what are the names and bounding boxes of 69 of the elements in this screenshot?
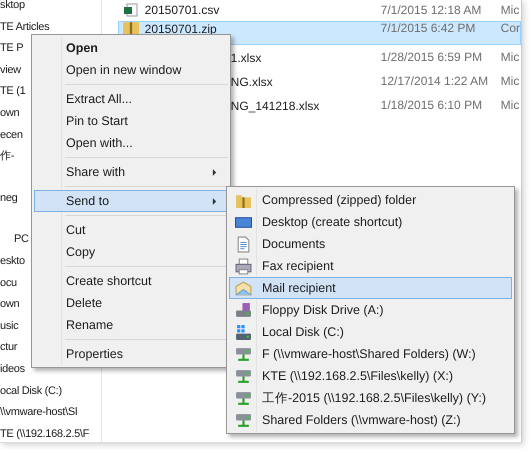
nav-item[interactable]: \\vmware-host\Sl — [0, 404, 78, 426]
zip-folder-icon — [122, 22, 139, 35]
envelope-icon — [235, 280, 252, 296]
nav-item[interactable]: own — [0, 104, 20, 127]
floppy-drive-icon — [235, 302, 252, 318]
menu-item[interactable]: Send to — [34, 190, 228, 212]
nav-item[interactable]: ideos — [0, 360, 25, 382]
nav-item[interactable]: ocal Disk (C:) — [0, 382, 62, 404]
file-type: Mic — [500, 51, 520, 64]
network-drive-icon — [235, 346, 252, 362]
submenu-arrow-icon — [212, 168, 217, 176]
file-row[interactable]: 20150701.csv 7/1/2015 12:18 AM Mic — [118, 0, 521, 20]
menu-item[interactable]: Properties — [34, 343, 228, 365]
menu-item[interactable]: Documents — [229, 233, 512, 255]
menu-item[interactable]: Extract All... — [34, 88, 228, 110]
menu-item[interactable]: Share with — [34, 161, 228, 183]
modified-date: 12/17/2014 1:22 AM — [380, 75, 490, 88]
menu-item[interactable]: Local Disk (C:) — [229, 321, 512, 343]
nav-item[interactable]: neg — [0, 190, 18, 212]
menu-item[interactable]: Copy — [34, 241, 228, 263]
modified-date: 7/1/2015 6:42 PM — [380, 22, 476, 35]
menu-item[interactable]: Desktop (create shortcut) — [229, 211, 512, 233]
file-name: NG_141218.xlsx — [230, 100, 320, 112]
file-name: NG.xlsx — [230, 76, 273, 88]
hard-drive-icon — [235, 324, 252, 340]
submenu-arrow-icon — [212, 198, 217, 204]
file-type: Mic — [500, 4, 520, 16]
menu-item[interactable]: Floppy Disk Drive (A:) — [229, 299, 512, 321]
menu-item[interactable]: Pin to Start — [34, 110, 228, 132]
nav-item[interactable]: TE (1 — [0, 83, 26, 105]
menu-item[interactable]: Delete — [34, 292, 228, 314]
menu-item[interactable]: Shared Folders (\\vmware-host) (Z:) — [229, 409, 512, 431]
modified-date: 1/18/2015 6:10 PM — [380, 99, 484, 112]
menu-item[interactable]: F (\\vmware-host\Shared Folders) (W:) — [229, 343, 512, 365]
nav-item[interactable]: ecen — [0, 126, 23, 148]
nav-item[interactable]: usic — [0, 318, 18, 340]
file-type: Mic — [500, 99, 520, 112]
file-name: 20150701.csv — [144, 4, 220, 16]
nav-item[interactable]: own — [0, 296, 20, 318]
menu-item[interactable]: Cut — [34, 219, 228, 241]
network-drive-icon — [235, 412, 252, 428]
menu-item[interactable]: Create shortcut — [34, 270, 228, 292]
file-type: Cor — [500, 22, 520, 35]
file-name: 20150701.zip — [144, 23, 217, 35]
menu-item[interactable]: Compressed (zipped) folder — [229, 189, 512, 211]
menu-item[interactable]: Open in new window — [34, 59, 228, 81]
document-icon — [235, 236, 252, 252]
modified-date: 1/28/2015 6:59 PM — [380, 51, 484, 64]
nav-item[interactable]: view — [0, 62, 21, 84]
menu-item[interactable]: 工作-2015 (\\192.168.2.5\Files\kelly) (Y:) — [229, 387, 512, 409]
nav-item[interactable]: PC — [0, 231, 29, 253]
network-drive-icon — [235, 368, 252, 384]
file-name: 1.xlsx — [230, 52, 262, 64]
nav-item[interactable]: TE P — [0, 40, 24, 62]
menu-item[interactable]: KTE (\\192.168.2.5\Files\kelly) (X:) — [229, 365, 512, 387]
menu-item[interactable]: Mail recipient — [229, 277, 512, 299]
nav-item[interactable]: ocu — [0, 274, 17, 296]
nav-item[interactable]: sktop — [0, 0, 25, 19]
modified-date: 7/1/2015 12:18 AM — [380, 4, 482, 16]
printer-icon — [235, 258, 252, 274]
nav-item[interactable]: ctur — [0, 339, 18, 361]
menu-item[interactable]: Fax recipient — [229, 255, 512, 277]
file-type: Mic — [500, 75, 520, 88]
nav-item[interactable]: TE (\\192.168.2.5\F — [0, 426, 90, 442]
nav-item[interactable]: 作- — [0, 148, 14, 170]
menu-item[interactable]: Open with... — [34, 132, 228, 154]
network-drive-icon — [235, 390, 252, 406]
menu-item[interactable]: Rename — [34, 314, 228, 336]
nav-item[interactable]: eskto — [0, 252, 25, 275]
